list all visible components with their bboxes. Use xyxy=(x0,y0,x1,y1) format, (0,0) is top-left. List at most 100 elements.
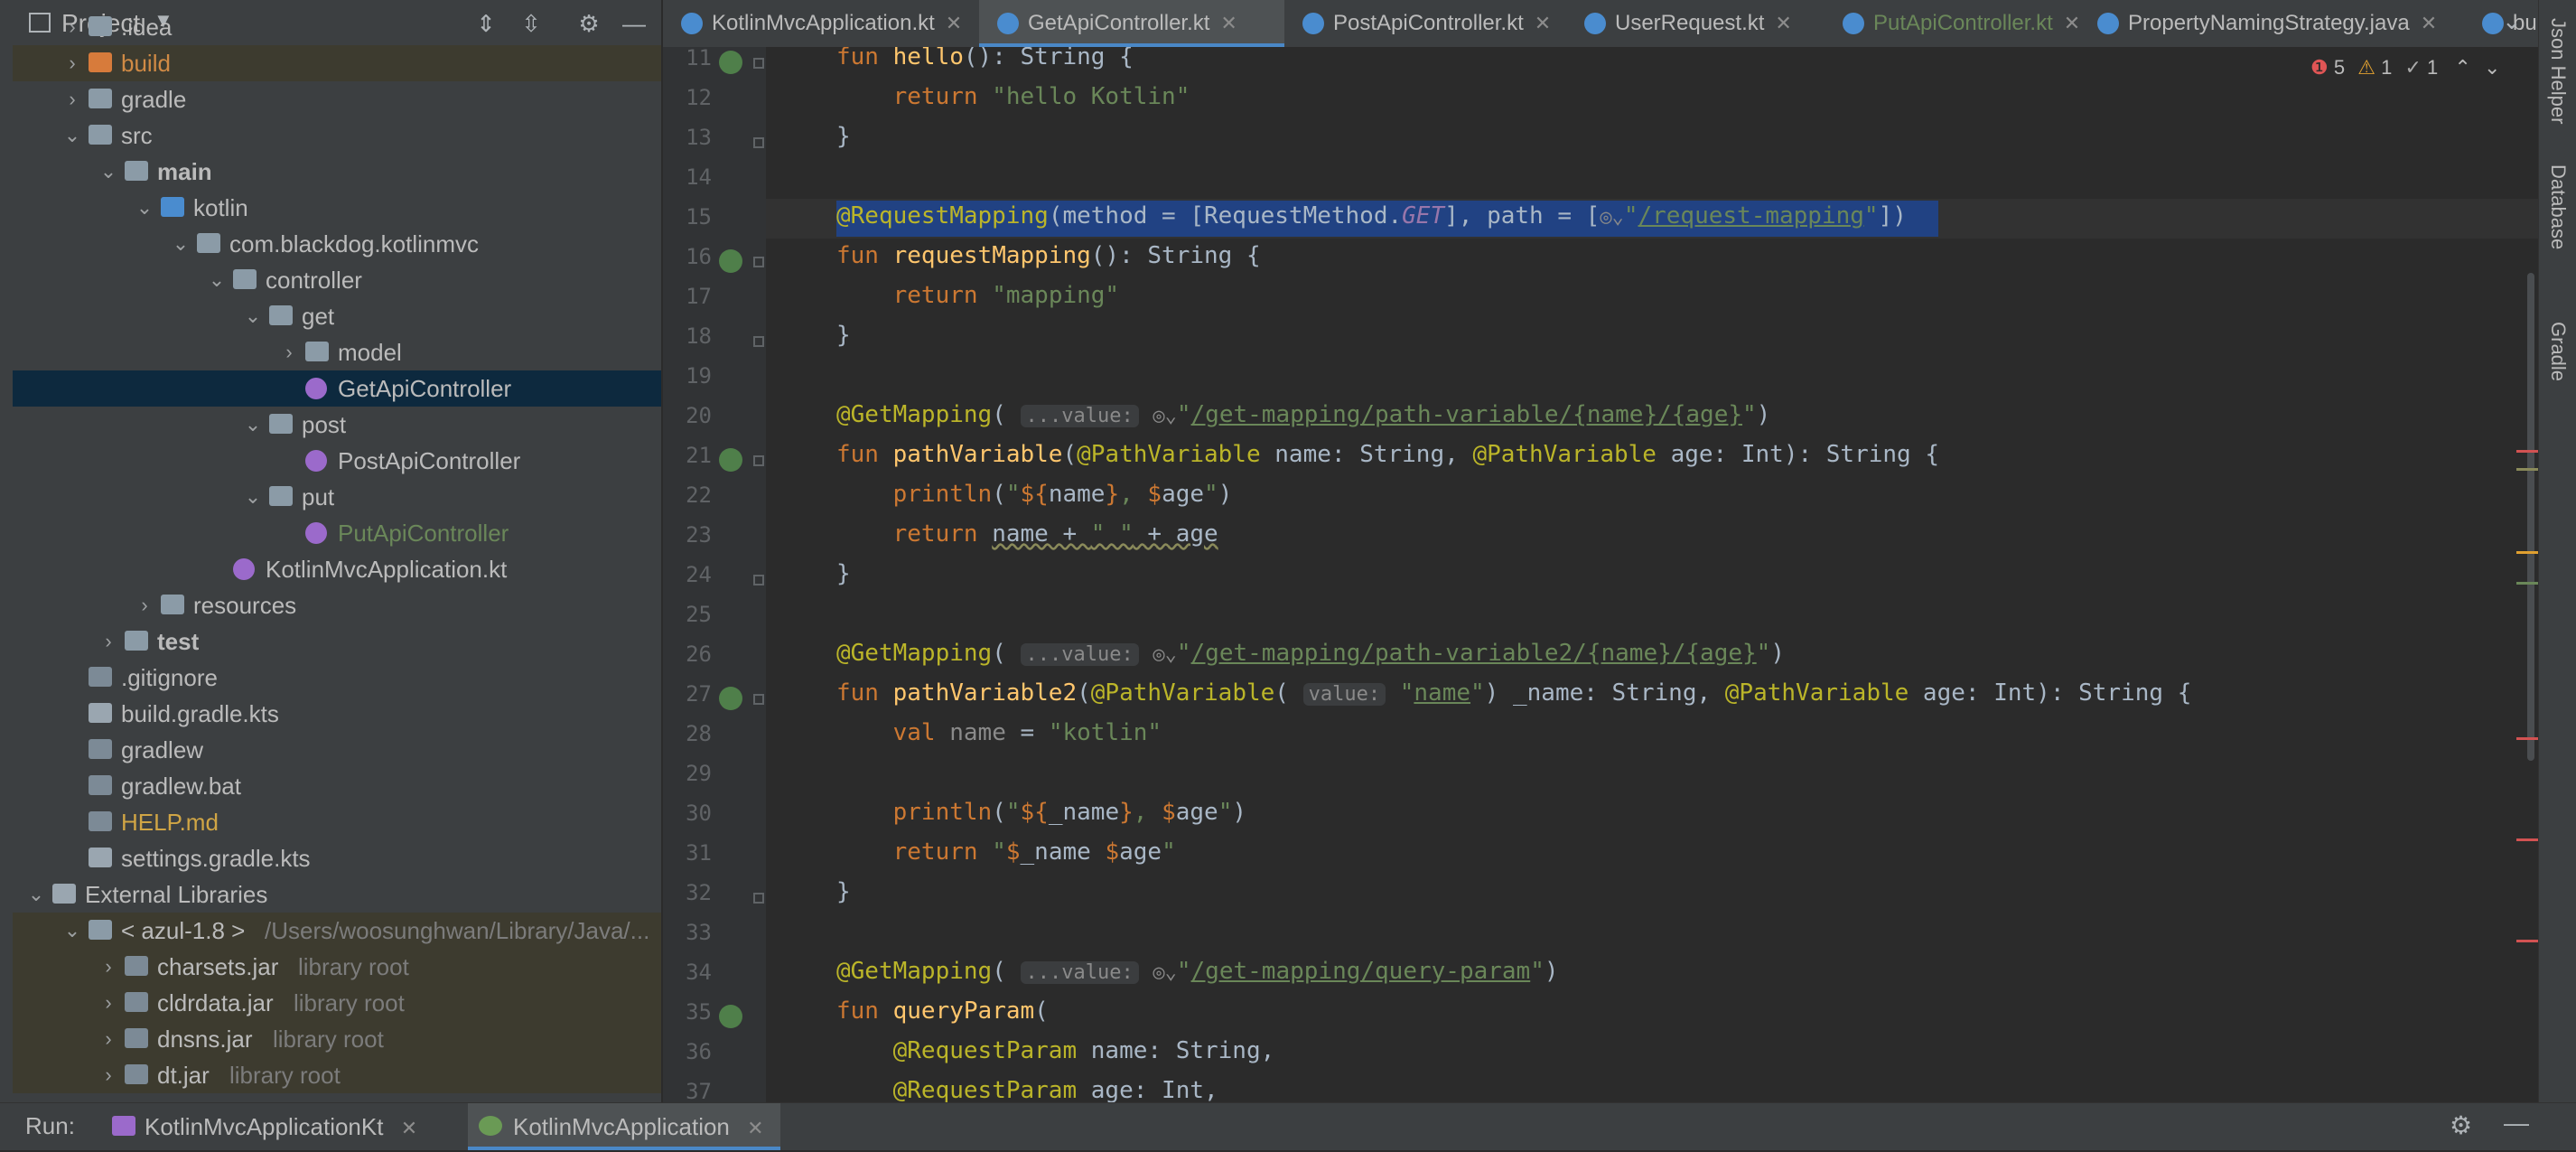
chevron-right-icon[interactable]: › xyxy=(99,985,117,1021)
close-icon[interactable]: ✕ xyxy=(2064,12,2080,34)
tabs-dropdown-icon[interactable]: ⌄ xyxy=(2502,7,2522,35)
chevron-right-icon[interactable]: › xyxy=(99,949,117,985)
chevron-down-icon[interactable]: ⌄ xyxy=(135,190,154,226)
fold-marker-icon[interactable] xyxy=(753,336,764,347)
json-helper-tool[interactable]: Json Helper xyxy=(2546,18,2570,124)
code-line-34: @GetMapping( ...value: ◎⌄"/get-mapping/q… xyxy=(836,958,1559,985)
error-marker[interactable] xyxy=(2516,737,2538,740)
spring-bean-icon[interactable] xyxy=(719,249,742,273)
warning-marker[interactable] xyxy=(2516,551,2538,554)
chevron-right-icon[interactable]: › xyxy=(280,334,298,370)
error-marker[interactable] xyxy=(2516,838,2538,841)
tree-item[interactable]: ⌄ src xyxy=(13,117,661,154)
chevron-down-icon[interactable]: ⌄ xyxy=(244,298,262,334)
line-number: 27 xyxy=(686,681,712,707)
close-icon[interactable]: ✕ xyxy=(1535,12,1551,34)
chevron-right-icon[interactable]: › xyxy=(99,1057,117,1093)
fold-marker-icon[interactable] xyxy=(753,694,764,705)
tree-item[interactable]: ⌄ com.blackdog.kotlinmvc xyxy=(13,226,661,262)
run-tab-kotlinmvcapplication[interactable]: KotlinMvcApplication ✕ xyxy=(468,1103,780,1150)
error-marker[interactable] xyxy=(2516,940,2538,942)
close-icon[interactable]: ✕ xyxy=(401,1117,417,1139)
tree-item[interactable]: › resources xyxy=(13,587,661,623)
spring-bean-icon[interactable] xyxy=(719,1005,742,1028)
chevron-right-icon[interactable]: › xyxy=(99,1021,117,1057)
fold-marker-icon[interactable] xyxy=(753,137,764,148)
tree-item[interactable]: › .idea xyxy=(13,9,661,45)
tree-item[interactable]: › charsets.jar library root xyxy=(13,949,661,985)
tree-item[interactable]: HELP.md xyxy=(13,804,661,840)
line-number: 12 xyxy=(686,85,712,110)
chevron-right-icon[interactable]: › xyxy=(63,9,81,45)
tree-item[interactable]: ⌄ get xyxy=(13,298,661,334)
tree-item[interactable]: › test xyxy=(13,623,661,660)
fold-marker-icon[interactable] xyxy=(753,257,764,267)
close-icon[interactable]: ✕ xyxy=(946,12,962,34)
tree-item[interactable]: › dnsns.jar library root xyxy=(13,1021,661,1057)
close-icon[interactable]: ✕ xyxy=(747,1117,763,1139)
fold-marker-icon[interactable] xyxy=(753,575,764,585)
fold-marker-icon[interactable] xyxy=(753,455,764,466)
gradle-tool[interactable]: Gradle xyxy=(2546,322,2570,381)
fold-marker-icon[interactable] xyxy=(753,893,764,904)
tree-item[interactable]: ⌄ main xyxy=(13,154,661,190)
tree-item[interactable]: › model xyxy=(13,334,661,370)
tree-item[interactable]: ⌄ put xyxy=(13,479,661,515)
editor-tab[interactable]: PropertyNamingStrategy.java ✕ xyxy=(2079,0,2513,47)
tree-item[interactable]: PutApiController xyxy=(13,515,661,551)
chevron-down-icon[interactable]: ⌄ xyxy=(99,154,117,190)
tree-item[interactable]: › dt.jar library root xyxy=(13,1057,661,1093)
tree-item[interactable]: settings.gradle.kts xyxy=(13,840,661,876)
warning-marker[interactable] xyxy=(2516,468,2538,471)
next-highlight-icon[interactable]: ⌄ xyxy=(2484,56,2500,79)
close-icon[interactable]: ✕ xyxy=(1220,12,1237,34)
chevron-down-icon[interactable]: ⌄ xyxy=(172,226,190,262)
tree-item[interactable]: › cldrdata.jar library root xyxy=(13,985,661,1021)
editor-tab[interactable]: GetApiController.kt ✕ xyxy=(979,0,1284,47)
chevron-right-icon[interactable]: › xyxy=(63,45,81,81)
close-icon[interactable]: ✕ xyxy=(1775,12,1791,34)
tree-item[interactable]: GetApiController xyxy=(13,370,661,407)
tree-item[interactable]: .gitignore xyxy=(13,660,661,696)
spring-bean-icon[interactable] xyxy=(719,51,742,74)
info-marker[interactable] xyxy=(2516,582,2538,585)
tree-item[interactable]: ⌄ kotlin xyxy=(13,190,661,226)
chevron-down-icon[interactable]: ⌄ xyxy=(63,913,81,949)
error-stripe[interactable] xyxy=(2502,47,2538,1102)
tree-item[interactable]: PostApiController xyxy=(13,443,661,479)
chevron-right-icon[interactable]: › xyxy=(135,587,154,623)
run-tab-kotlinmvcapplicationkt[interactable]: KotlinMvcApplicationKt ✕ xyxy=(108,1103,432,1150)
chevron-down-icon[interactable]: ⌄ xyxy=(208,262,226,298)
tree-item[interactable]: gradlew.bat xyxy=(13,768,661,804)
tree-item[interactable]: gradlew xyxy=(13,732,661,768)
tree-item[interactable]: ⌄ External Libraries xyxy=(13,876,661,913)
editor-tab[interactable]: KotlinMvcApplication.kt ✕ xyxy=(663,0,1028,47)
chevron-down-icon[interactable]: ⌄ xyxy=(244,407,262,443)
spring-bean-icon[interactable] xyxy=(719,448,742,472)
chevron-right-icon[interactable]: › xyxy=(99,623,117,660)
tree-item[interactable]: ⌄ < azul-1.8 > /Users/woosunghwan/Library/… xyxy=(13,913,661,949)
chevron-down-icon[interactable]: ⌄ xyxy=(244,479,262,515)
gear-icon[interactable]: ⚙ xyxy=(2450,1110,2472,1140)
previous-highlight-icon[interactable]: ⌃ xyxy=(2454,56,2470,79)
scrollbar-thumb[interactable] xyxy=(2527,273,2534,761)
tree-item[interactable]: › build xyxy=(13,45,661,81)
close-icon[interactable]: ✕ xyxy=(2421,12,2437,34)
tree-item[interactable]: › gradle xyxy=(13,81,661,117)
tree-item[interactable]: ⌄ controller xyxy=(13,262,661,298)
inspection-widget[interactable]: ❶ 5 ⚠ 1 ✓ 1 ⌃ ⌄ xyxy=(2310,56,2500,80)
spring-bean-icon[interactable] xyxy=(719,687,742,710)
tree-item[interactable]: ⌄ post xyxy=(13,407,661,443)
tree-item-label: .gitignore xyxy=(121,664,218,691)
chevron-right-icon[interactable]: › xyxy=(63,81,81,117)
file-icon xyxy=(89,739,112,759)
minimize-icon[interactable]: — xyxy=(2504,1109,2529,1138)
tree-item[interactable]: KotlinMvcApplication.kt xyxy=(13,551,661,587)
database-tool[interactable]: Database xyxy=(2546,164,2570,249)
tree-item[interactable]: build.gradle.kts xyxy=(13,696,661,732)
fold-marker-icon[interactable] xyxy=(753,58,764,69)
chevron-down-icon[interactable]: ⌄ xyxy=(27,876,45,913)
chevron-down-icon[interactable]: ⌄ xyxy=(63,117,81,154)
error-marker[interactable] xyxy=(2516,450,2538,453)
code-editor[interactable]: 11 12 13 14 15 16 17 18 19 20 21 22 23 24 25 26 27 28 29 30… xyxy=(663,47,2538,1102)
